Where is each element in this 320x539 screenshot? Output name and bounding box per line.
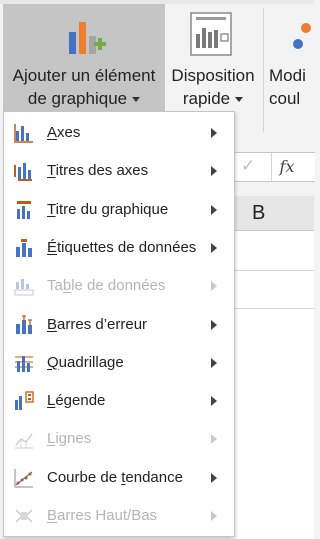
menu-item-label: Lignes — [47, 430, 92, 448]
chevron-right-icon — [211, 166, 217, 177]
axis-titles-icon — [14, 163, 32, 182]
chart-title-icon — [17, 200, 31, 219]
menu-item-trendline[interactable]: Courbe de tendance — [4, 459, 234, 497]
chevron-right-icon — [211, 242, 217, 253]
menu-item-label: Titre du graphique — [47, 200, 169, 218]
menu-item-legend[interactable]: Légende — [4, 382, 234, 420]
chevron-right-icon — [211, 204, 217, 215]
insert-function-button[interactable]: fx — [271, 153, 302, 181]
chevron-down-icon — [235, 97, 244, 103]
quick-layout-button[interactable]: Disposition rapide — [166, 4, 260, 112]
grid-line — [230, 270, 314, 271]
menu-item-data-labels[interactable]: Étiquettes de données — [4, 229, 234, 267]
axes-icon — [14, 124, 33, 143]
chevron-right-icon — [211, 281, 217, 292]
menu-item-chart-title[interactable]: Titre du graphique — [4, 191, 234, 229]
menu-item-error-bars[interactable]: Barres d’erreur — [4, 306, 234, 344]
menu-item-label: Étiquettes de données — [47, 238, 197, 256]
gridlines-icon — [15, 355, 33, 372]
menu-item-gridlines[interactable]: Quadrillage — [4, 344, 234, 382]
menu-item-label: Titres des axes — [47, 162, 149, 180]
chevron-right-icon — [211, 472, 217, 483]
change-colors-icon — [293, 23, 311, 49]
chevron-right-icon — [211, 434, 217, 445]
ribbon-separator — [263, 8, 264, 132]
legend-icon — [15, 391, 34, 411]
menu-item-label: Barres Haut/Bas — [47, 507, 158, 524]
column-header-label: B — [252, 202, 266, 224]
quick-layout-label: Disposition rapide — [171, 66, 255, 108]
data-table-icon — [14, 279, 34, 296]
column-header-b[interactable]: B — [230, 196, 314, 231]
menu-item-label: Courbe de tendance — [47, 468, 183, 486]
quick-layout-icon — [190, 12, 232, 56]
chevron-right-icon — [211, 319, 217, 330]
chevron-right-icon — [211, 357, 217, 368]
cell-grid[interactable] — [230, 231, 314, 539]
data-labels-icon — [16, 238, 32, 257]
menu-item-label: Barres d’erreur — [47, 315, 148, 333]
lines-icon — [15, 434, 33, 449]
up-down-bars-icon — [15, 509, 33, 523]
menu-item-label: Quadrillage — [47, 353, 124, 371]
check-icon[interactable]: ✓ — [241, 156, 255, 176]
menu-item-data-table: Table de données — [4, 267, 234, 305]
chevron-right-icon — [211, 511, 217, 521]
chevron-right-icon — [211, 396, 217, 407]
menu-item-label: Légende — [47, 392, 106, 410]
menu-item-label: Table de données — [47, 277, 166, 295]
add-chart-element-label: Ajouter un élément de graphique — [12, 66, 156, 108]
formula-bar[interactable]: ✓ fx — [230, 152, 315, 182]
menu-item-lines: Lignes — [4, 420, 234, 458]
menu-item-up-down-bars: Barres Haut/Bas — [4, 497, 234, 535]
menu-item-axes[interactable]: Axes — [4, 114, 234, 152]
error-bars-icon — [16, 314, 32, 334]
menu-item-axis-titles[interactable]: Titres des axes — [4, 152, 234, 190]
chevron-right-icon — [211, 128, 217, 138]
add-chart-element-button[interactable]: Ajouter un élément de graphique — [3, 4, 165, 112]
grid-line — [230, 308, 314, 309]
add-chart-element-icon — [69, 22, 106, 54]
menu-item-label: Axes — [47, 124, 81, 141]
chevron-down-icon — [132, 97, 141, 103]
change-colors-label: Modi coul — [269, 66, 306, 108]
change-colors-button[interactable]: Modi coul — [266, 4, 320, 112]
trendline-icon — [14, 468, 33, 488]
add-chart-element-menu: Axes Titres des axes Titre du graphique Éti… — [3, 111, 235, 537]
